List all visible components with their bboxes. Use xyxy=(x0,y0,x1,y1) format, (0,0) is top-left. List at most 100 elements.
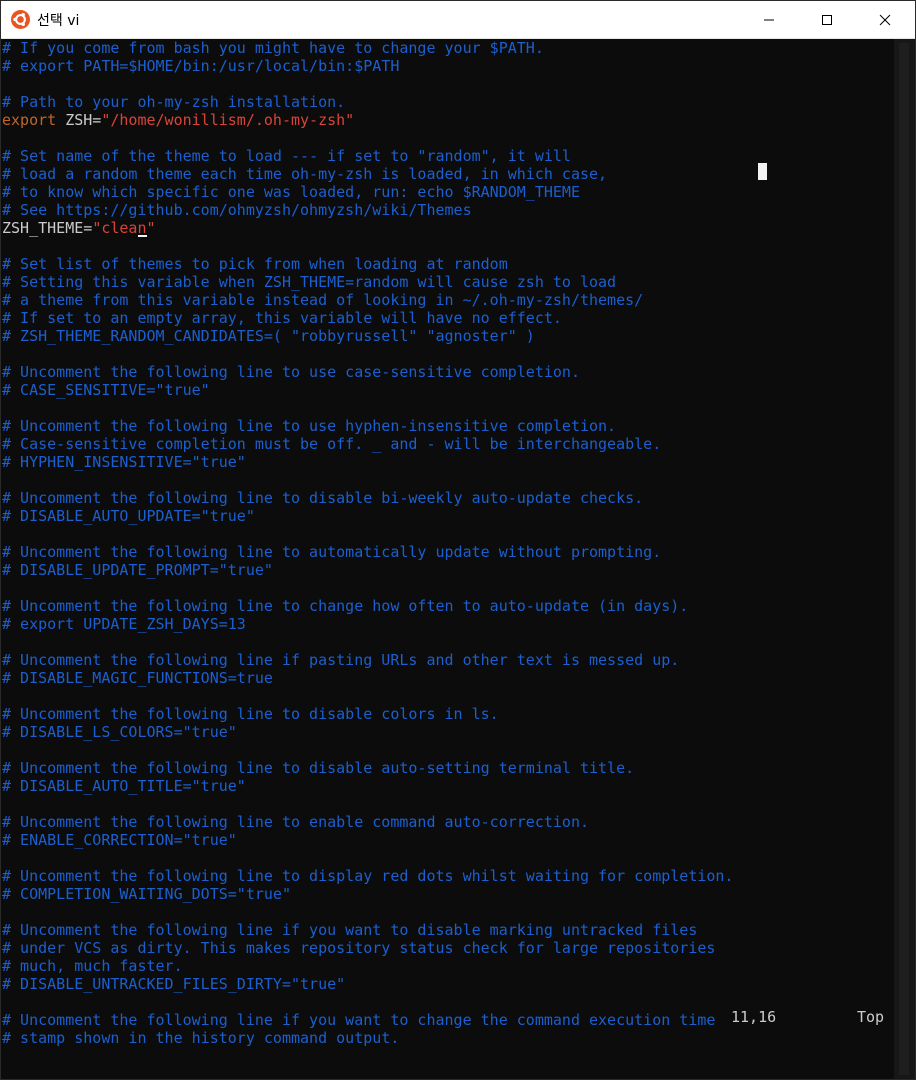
editor-line: # If set to an empty array, this variabl… xyxy=(1,309,894,327)
mouse-text-cursor xyxy=(758,163,767,180)
editor-line: # DISABLE_AUTO_TITLE="true" xyxy=(1,777,894,795)
comment-text: # DISABLE_AUTO_UPDATE="true" xyxy=(2,507,255,525)
comment-text: # Uncomment the following line if you wa… xyxy=(2,1011,716,1029)
editor-line: # See https://github.com/ohmyzsh/ohmyzsh… xyxy=(1,201,894,219)
editor-line: # a theme from this variable instead of … xyxy=(1,291,894,309)
editor-line: # DISABLE_UPDATE_PROMPT="true" xyxy=(1,561,894,579)
comment-text: # Uncomment the following line to disabl… xyxy=(2,489,644,507)
comment-text: # load a random theme each time oh-my-zs… xyxy=(2,165,608,183)
editor-line: ZSH_THEME="clean" xyxy=(1,219,894,237)
editor-line: # DISABLE_LS_COLORS="true" xyxy=(1,723,894,741)
editor-line: # Uncomment the following line to disabl… xyxy=(1,489,894,507)
editor-line: export ZSH="/home/wonillism/.oh-my-zsh" xyxy=(1,111,894,129)
editor-line: # Uncomment the following line to disabl… xyxy=(1,759,894,777)
maximize-button[interactable] xyxy=(799,1,855,38)
editor-line: # Uncomment the following line to use ca… xyxy=(1,363,894,381)
code-text: ZSH_THEME= xyxy=(2,219,93,237)
editor-line: # under VCS as dirty. This makes reposit… xyxy=(1,939,894,957)
editor-line: # export UPDATE_ZSH_DAYS=13 xyxy=(1,615,894,633)
comment-text: # See https://github.com/ohmyzsh/ohmyzsh… xyxy=(2,201,472,219)
editor-line: # DISABLE_AUTO_UPDATE="true" xyxy=(1,507,894,525)
comment-text: # Uncomment the following line to use hy… xyxy=(2,417,617,435)
comment-text: # DISABLE_MAGIC_FUNCTIONS=true xyxy=(2,669,273,687)
comment-text: # Uncomment the following line if you wa… xyxy=(2,921,698,939)
editor-line: # Uncomment the following line to disabl… xyxy=(1,705,894,723)
comment-text: # under VCS as dirty. This makes reposit… xyxy=(2,939,716,957)
title-bar[interactable]: 선택 vi xyxy=(1,1,915,39)
editor-line: # ZSH_THEME_RANDOM_CANDIDATES=( "robbyru… xyxy=(1,327,894,345)
comment-text: # Uncomment the following line to enable… xyxy=(2,813,589,831)
comment-text: # export UPDATE_ZSH_DAYS=13 xyxy=(2,615,246,633)
editor-line: # Set list of themes to pick from when l… xyxy=(1,255,894,273)
comment-text: # Uncomment the following line if pastin… xyxy=(2,651,680,669)
editor-line: # ENABLE_CORRECTION="true" xyxy=(1,831,894,849)
comment-text: # COMPLETION_WAITING_DOTS="true" xyxy=(2,885,291,903)
comment-text: # Set list of themes to pick from when l… xyxy=(2,255,508,273)
comment-text: # Uncomment the following line to disabl… xyxy=(2,705,499,723)
comment-text: # much, much faster. xyxy=(2,957,183,975)
comment-text: # DISABLE_LS_COLORS="true" xyxy=(2,723,237,741)
editor-line: # Path to your oh-my-zsh installation. xyxy=(1,93,894,111)
editor-line: # If you come from bash you might have t… xyxy=(1,39,894,57)
editor-line: # Uncomment the following line to use hy… xyxy=(1,417,894,435)
editor-buffer[interactable]: # If you come from bash you might have t… xyxy=(1,39,894,1079)
editor-line: # Uncomment the following line if pastin… xyxy=(1,651,894,669)
scroll-indicator: Top xyxy=(857,1008,885,1026)
string-text: "/home/wonillism/.oh-my-zsh" xyxy=(101,111,355,129)
editor-line: # Uncomment the following line to displa… xyxy=(1,867,894,885)
comment-text: # Set name of the theme to load --- if s… xyxy=(2,147,571,165)
minimize-button[interactable] xyxy=(741,1,797,38)
comment-text: # HYPHEN_INSENSITIVE="true" xyxy=(2,453,246,471)
editor-line: # COMPLETION_WAITING_DOTS="true" xyxy=(1,885,894,903)
string-text: " xyxy=(146,219,156,237)
text-cursor xyxy=(137,235,147,237)
comment-text: # CASE_SENSITIVE="true" xyxy=(2,381,210,399)
editor-line: # Uncomment the following line to change… xyxy=(1,597,894,615)
scrollbar-thumb[interactable] xyxy=(899,43,909,1075)
editor-line: # export PATH=$HOME/bin:/usr/local/bin:$… xyxy=(1,57,894,75)
cursor-position: 11,16 xyxy=(731,1008,777,1026)
editor-line: # Uncomment the following line if you wa… xyxy=(1,921,894,939)
editor-line: # Uncomment the following line to enable… xyxy=(1,813,894,831)
vertical-scrollbar[interactable] xyxy=(894,39,915,1079)
comment-text: # Uncomment the following line to disabl… xyxy=(2,759,635,777)
terminal-window: 선택 vi # If you come from bash you might … xyxy=(0,0,916,1080)
editor-line: # HYPHEN_INSENSITIVE="true" xyxy=(1,453,894,471)
ubuntu-icon xyxy=(11,10,30,29)
comment-text: # Path to your oh-my-zsh installation. xyxy=(2,93,346,111)
comment-text: # DISABLE_AUTO_TITLE="true" xyxy=(2,777,246,795)
comment-text: # export PATH=$HOME/bin:/usr/local/bin:$… xyxy=(2,57,400,75)
code-text: ZSH= xyxy=(56,111,102,129)
minimize-icon xyxy=(764,19,774,20)
editor-line: # DISABLE_UNTRACKED_FILES_DIRTY="true" xyxy=(1,975,894,993)
window-title: 선택 vi xyxy=(37,13,80,29)
editor-line: # to know which specific one was loaded,… xyxy=(1,183,894,201)
comment-text: # Setting this variable when ZSH_THEME=r… xyxy=(2,273,617,291)
comment-text: # stamp shown in the history command out… xyxy=(2,1029,400,1047)
comment-text: # Case-sensitive completion must be off.… xyxy=(2,435,662,453)
editor-line: # Case-sensitive completion must be off.… xyxy=(1,435,894,453)
comment-text: # DISABLE_UNTRACKED_FILES_DIRTY="true" xyxy=(2,975,346,993)
comment-text: # Uncomment the following line to use ca… xyxy=(2,363,580,381)
comment-text: # ENABLE_CORRECTION="true" xyxy=(2,831,237,849)
editor-line: # CASE_SENSITIVE="true" xyxy=(1,381,894,399)
editor-line: # DISABLE_MAGIC_FUNCTIONS=true xyxy=(1,669,894,687)
close-button[interactable] xyxy=(857,1,913,38)
editor-line: # much, much faster. xyxy=(1,957,894,975)
maximize-icon xyxy=(822,14,832,25)
comment-text: # ZSH_THEME_RANDOM_CANDIDATES=( "robbyru… xyxy=(2,327,535,345)
comment-text: # If set to an empty array, this variabl… xyxy=(2,309,562,327)
comment-text: # to know which specific one was loaded,… xyxy=(2,183,580,201)
editor-line: # Setting this variable when ZSH_THEME=r… xyxy=(1,273,894,291)
